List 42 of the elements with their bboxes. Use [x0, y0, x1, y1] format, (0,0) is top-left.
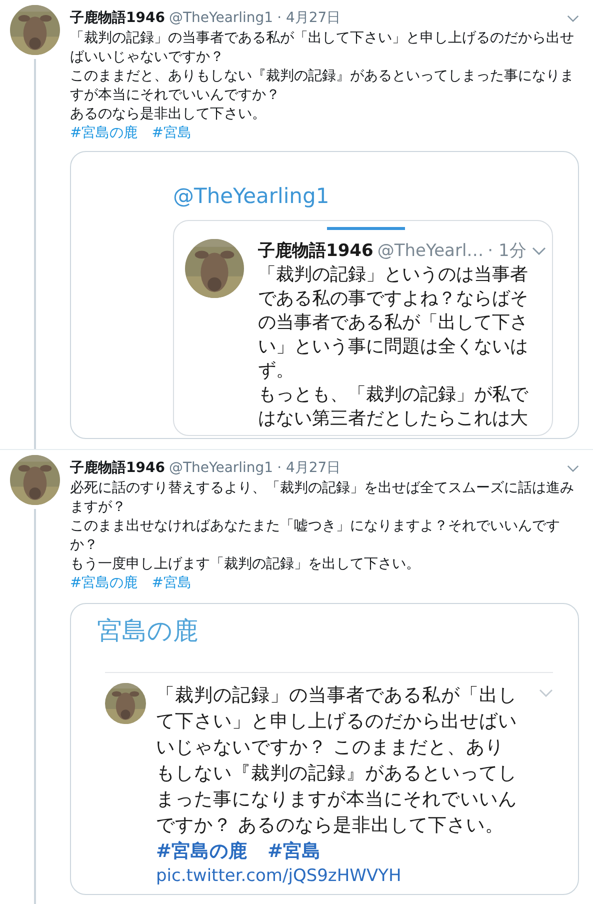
- tweet-text-line: の当事者である私が「出して下さ: [258, 311, 529, 335]
- hashtag-link[interactable]: #宮島の鹿: [70, 574, 138, 593]
- card-title: 宮島の鹿: [97, 615, 199, 647]
- hashtag-link[interactable]: #宮島: [268, 839, 322, 865]
- tweet-text: このまま出せなければあなたまた「嘘つき」になりますよ？それでいいんですか？: [70, 517, 561, 555]
- tweet-text-line: もしない『裁判の記録』があるといってし: [156, 762, 518, 786]
- tweet-text-line: もっとも、「裁判の記録」が私で: [258, 383, 530, 407]
- tweet-date[interactable]: · 4月27日: [277, 9, 341, 27]
- tweet-text-line: い」という事に問題は全くないは: [258, 335, 529, 359]
- image-card[interactable]: 宮島の鹿 「裁判の記録」の当事者である私が「出し て下さい」と申し上げるのだから出せばい いじゃないですか？ このままだと、あり もしない『裁判の記録』があるといってし まった事になりますが本当にそれでいいん ですか？ あるのなら是非出して下さい。 #宮島の鹿 #宮島 pic.twitter.com/jQS9zHWVYH: [70, 603, 579, 895]
- tweet-text: もう一度申し上げます「裁判の記録」を出して下さい。: [70, 555, 421, 574]
- tweet-text-line: 「裁判の記録」の当事者である私が「出し: [156, 684, 518, 708]
- chevron-down-icon[interactable]: [532, 247, 546, 255]
- user-handle: @TheYearling1: [168, 9, 274, 27]
- tweet-text: このままだと、ありもしない『裁判の記録』があるといってしまった事になりますが本当にそれでいいんですか？: [70, 67, 575, 105]
- tweet-text-line: である私の事ですよね？ならばそ: [258, 287, 529, 311]
- user-handle: @TheYearl…: [377, 240, 484, 263]
- tweet-text-line: いじゃないですか？ このままだと、あり: [156, 736, 505, 760]
- tweet-text-line: まった事になりますが本当にそれでいいん: [156, 788, 518, 812]
- hashtag-link[interactable]: #宮島の鹿: [156, 839, 248, 865]
- hashtag-link[interactable]: #宮島: [152, 124, 192, 143]
- image-card[interactable]: @TheYearling1 子鹿物語1946 @TheYearl… · 1分 「裁判の記録」というのは当事者 である私の事ですよね？ならばそ の当事者である私が「出して下さ い」という事に問題は全くないは ず。 もっとも、「裁判の記録」が私で はない第三者だとしたらこれは大: [70, 151, 579, 439]
- hashtag-link[interactable]: #宮島の鹿: [70, 124, 138, 143]
- tweet-text-line: 「裁判の記録」というのは当事者: [258, 263, 529, 287]
- tweet-text-line: ず。: [258, 359, 295, 383]
- tweet-text: あるのなら是非出して下さい。: [70, 105, 267, 124]
- tweet-text-line: ですか？ あるのなら是非出して下さい。: [156, 814, 505, 838]
- tweet-text: 「裁判の記録」の当事者である私が「出して下さい」と申し上げるのだから出せばいいじゃないですか？: [70, 29, 575, 67]
- hashtag-link[interactable]: #宮島: [152, 574, 192, 593]
- chevron-down-icon[interactable]: [567, 14, 579, 22]
- chevron-down-icon[interactable]: [567, 464, 579, 472]
- user-name: 子鹿物語1946: [258, 240, 374, 263]
- user-handle: @TheYearling1: [168, 459, 274, 477]
- tweet-time: · 1分: [488, 240, 526, 263]
- tweet-text: 必死に話のすり替えするより、「裁判の記録」を出せば全てスムーズに話は進みますが？: [70, 479, 575, 517]
- tweet-text-line: て下さい」と申し上げるのだから出せばい: [156, 710, 518, 734]
- user-name[interactable]: 子鹿物語1946: [70, 9, 165, 27]
- image-link[interactable]: pic.twitter.com/jQS9zHWVYH: [156, 865, 529, 887]
- tweet-date[interactable]: · 4月27日: [277, 459, 341, 477]
- user-name[interactable]: 子鹿物語1946: [70, 459, 165, 477]
- tweet-text-line: はない第三者だとしたらこれは大: [258, 407, 529, 431]
- mention-link: @TheYearling1: [173, 183, 330, 210]
